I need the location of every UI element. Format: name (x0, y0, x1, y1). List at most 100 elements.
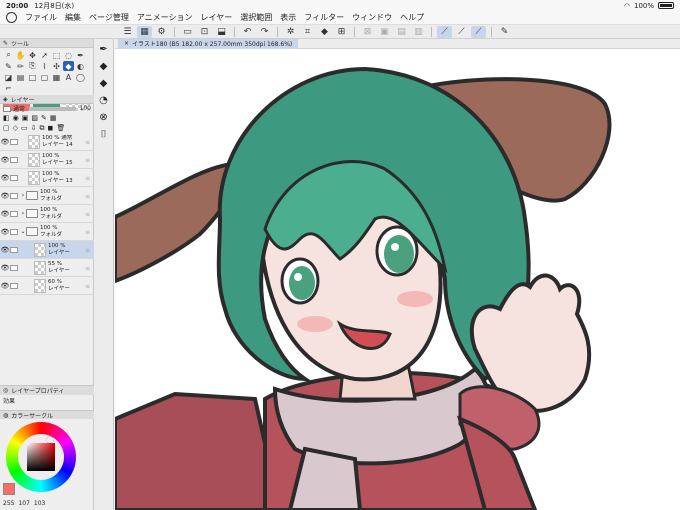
redo-icon[interactable]: ↷ (257, 26, 272, 38)
save-icon[interactable]: ⬓ (214, 26, 229, 38)
current-color-indicator[interactable] (3, 483, 15, 495)
hamburger-menu-icon[interactable]: ☰ (120, 26, 135, 38)
operation-tool-icon[interactable]: ➚ (39, 50, 50, 60)
lock-transparency-icon[interactable]: ▨ (31, 114, 38, 122)
eye-icon[interactable]: 👁 (0, 282, 10, 290)
copy-icon[interactable]: ⧉ (40, 124, 45, 133)
layer-checkbox[interactable] (10, 192, 18, 199)
stroke-smooth-icon[interactable]: ⟋ (454, 26, 469, 38)
new-folder-icon[interactable]: ▭ (21, 124, 28, 132)
drag-handle-icon[interactable]: ≡ (85, 265, 90, 272)
drag-handle-icon[interactable]: ≡ (85, 193, 90, 200)
folder-row[interactable]: 👁 ⌄ 100 % フォルダ ≡ (0, 223, 94, 241)
canvas-tab[interactable]: × イラスト180 (B5 182.00 x 257.00mm 350dpi 1… (118, 38, 299, 49)
move-tool-icon[interactable]: ✥ (27, 50, 38, 60)
deselect-icon[interactable]: ⊠ (360, 26, 375, 38)
drag-handle-icon[interactable]: ≡ (85, 283, 90, 290)
quick-access-icon[interactable]: ▦ (137, 25, 152, 38)
stroke-correction-icon[interactable]: ⟋ (437, 25, 452, 38)
menu-page[interactable]: ページ管理 (89, 12, 129, 23)
color-layer-icon[interactable]: ▦ (50, 114, 57, 122)
lasso-tool-icon[interactable]: ◌ (63, 50, 74, 60)
layer-checkbox[interactable] (10, 246, 18, 253)
menu-window[interactable]: ウィンドウ (352, 12, 392, 23)
new-vector-icon[interactable]: ◇ (13, 124, 18, 132)
ruler-tool-icon[interactable]: ▦ (51, 72, 62, 82)
menu-help[interactable]: ヘルプ (400, 12, 424, 23)
gradient-tool-icon[interactable]: ▤ (15, 72, 26, 82)
color-panel-header[interactable]: ◍ カラーサークル (0, 410, 94, 420)
layer-checkbox[interactable] (10, 228, 18, 235)
app-logo-icon[interactable] (6, 12, 17, 23)
layer-checkbox[interactable] (10, 174, 18, 181)
layer-row[interactable]: 👁 100 % レイヤー 13 ≡ (0, 169, 94, 187)
saturation-value-square[interactable] (27, 443, 55, 471)
navigator-icon[interactable]: ◔ (99, 95, 108, 106)
pencil-tool-icon[interactable]: ✏ (15, 61, 26, 71)
open-file-icon[interactable]: ⊡ (197, 26, 212, 38)
figure-tool-icon[interactable]: □ (27, 72, 38, 82)
layer-property-header[interactable]: ◎ レイヤープロパティ (0, 385, 94, 395)
hand-tool-icon[interactable]: ✋ (15, 50, 26, 60)
settings-icon[interactable]: ⚙ (154, 26, 169, 38)
menu-edit[interactable]: 編集 (65, 12, 81, 23)
brush-tool-icon[interactable]: ⎘ (27, 61, 38, 71)
drag-handle-icon[interactable]: ≡ (85, 139, 90, 146)
sub-tool-icon[interactable]: ◆ (100, 78, 108, 89)
tool-property-icon[interactable]: ◆ (100, 61, 108, 72)
lock-icon[interactable]: ▣ (22, 114, 29, 122)
blend-mode-select[interactable]: 通常 (13, 104, 25, 113)
layer-checkbox[interactable] (10, 282, 18, 289)
drawing-canvas[interactable] (115, 49, 680, 510)
stroke-taper-icon[interactable]: ⟋ (471, 25, 486, 38)
text-tool-icon[interactable]: A (63, 72, 74, 82)
close-icon[interactable]: × (124, 40, 129, 47)
drag-handle-icon[interactable]: ≡ (85, 157, 90, 164)
layer-checkbox[interactable] (10, 264, 18, 271)
close-icon[interactable]: ⊗ (99, 112, 107, 123)
eye-icon[interactable]: 👁 (0, 210, 10, 218)
eye-icon[interactable]: 👁 (0, 264, 10, 272)
layer-row[interactable]: 👁 55 % レイヤー ≡ (0, 259, 94, 277)
airbrush-tool-icon[interactable]: ⌇ (39, 61, 50, 71)
merge-icon[interactable]: ⇩ (31, 124, 37, 132)
menu-animation[interactable]: アニメーション (137, 12, 193, 23)
edit-icon[interactable]: ✎ (497, 26, 512, 38)
color-wheel-tab-icon[interactable]: ◍ (3, 412, 8, 419)
eye-icon[interactable]: 👁 (0, 138, 10, 146)
undo-icon[interactable]: ↶ (240, 26, 255, 38)
layer-row[interactable]: 👁 100 % レイヤー 15 ≡ (0, 151, 94, 169)
property-tab-icon[interactable]: ◎ (3, 387, 8, 394)
eraser-tool-icon[interactable]: ◆ (63, 61, 74, 71)
menu-filter[interactable]: フィルター (304, 12, 344, 23)
folder-row[interactable]: 👁 › 100 % フォルダ ≡ (0, 205, 94, 223)
blend-tool-icon[interactable]: ◐ (75, 61, 86, 71)
menu-layer[interactable]: レイヤー (201, 12, 233, 23)
layer-tab-icon[interactable]: ◈ (3, 96, 8, 103)
fill-tool-icon[interactable]: ◪ (3, 72, 14, 82)
lock-checkbox[interactable] (3, 105, 11, 112)
folder-row[interactable]: 👁 › 100 % フォルダ ≡ (0, 187, 94, 205)
decoration-tool-icon[interactable]: ✣ (51, 61, 62, 71)
shrink-selection-icon[interactable]: ▥ (411, 26, 426, 38)
clear-outside-icon[interactable]: ⌗ (300, 26, 315, 38)
drag-handle-icon[interactable]: ≡ (85, 175, 90, 182)
layer-row[interactable]: 👁 60 % レイヤー ≡ (0, 277, 94, 295)
menu-file[interactable]: ファイル (25, 12, 57, 23)
transform-icon[interactable]: ⊞ (334, 26, 349, 38)
layer-checkbox[interactable] (10, 138, 18, 145)
zoom-tool-icon[interactable]: ⌕ (3, 50, 14, 60)
color-wheel[interactable] (6, 422, 76, 492)
frame-tool-icon[interactable]: ▢ (39, 72, 50, 82)
eye-icon[interactable]: 👁 (0, 156, 10, 164)
mask-icon[interactable]: ◼ (48, 124, 54, 132)
eye-icon[interactable]: 👁 (0, 246, 10, 254)
brush-tab-icon[interactable]: ✎ (3, 40, 8, 47)
expand-selection-icon[interactable]: ▤ (394, 26, 409, 38)
hue-knob[interactable] (47, 437, 53, 443)
drag-handle-icon[interactable]: ≡ (85, 229, 90, 236)
fill-icon[interactable]: ◆ (317, 26, 332, 38)
correct-line-tool-icon[interactable]: ⌐ (3, 83, 14, 93)
opacity-slider[interactable] (29, 106, 76, 111)
layer-row[interactable]: 👁 100 % 通常 レイヤー 14 ≡ (0, 133, 94, 151)
